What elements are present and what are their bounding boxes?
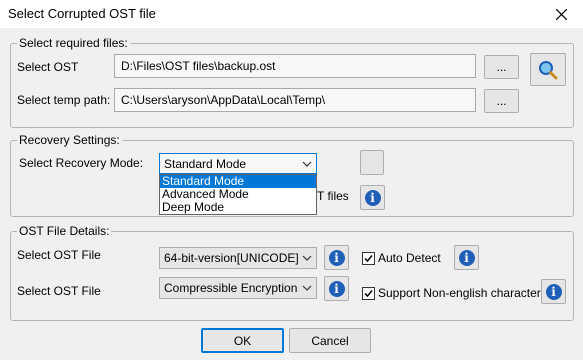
recovery-mode-dropdown: Standard Mode Advanced Mode Deep Mode bbox=[159, 174, 317, 215]
dialog-window: Select Corrupted OST file Select require… bbox=[0, 0, 583, 360]
info-icon: i bbox=[545, 283, 562, 300]
ost-version-value: 64-bit-version[UNICODE] bbox=[164, 251, 299, 265]
checkbox-box bbox=[362, 251, 375, 265]
recovery-mode-select[interactable]: Standard Mode bbox=[159, 153, 317, 174]
ost-encryption-info-button[interactable]: i bbox=[324, 276, 349, 301]
checkbox-box bbox=[362, 286, 375, 300]
select-ost-label: Select OST bbox=[17, 60, 79, 74]
cancel-button[interactable]: Cancel bbox=[289, 328, 371, 353]
settings-blank-button[interactable] bbox=[360, 150, 384, 175]
chevron-down-icon bbox=[302, 252, 312, 266]
non-english-checkbox[interactable]: Support Non-english characters bbox=[362, 286, 547, 300]
chevron-down-icon bbox=[302, 282, 312, 296]
ost-version-select[interactable]: 64-bit-version[UNICODE] bbox=[159, 247, 317, 269]
ost-encryption-value: Compressible Encryption bbox=[164, 281, 298, 295]
temp-path-field[interactable]: C:\Users\aryson\AppData\Local\Temp\ bbox=[114, 88, 476, 112]
info-icon: i bbox=[328, 280, 345, 297]
ost-version-info-button[interactable]: i bbox=[324, 245, 349, 270]
info-icon: i bbox=[458, 249, 475, 266]
non-english-label: Support Non-english characters bbox=[378, 286, 547, 300]
partial-option-label: T files bbox=[317, 189, 349, 203]
search-button[interactable] bbox=[530, 53, 566, 86]
info-icon: i bbox=[364, 189, 381, 206]
ok-button[interactable]: OK bbox=[201, 328, 284, 353]
recovery-info-button[interactable]: i bbox=[360, 185, 385, 210]
close-button[interactable] bbox=[539, 0, 583, 28]
ost-path-field[interactable]: D:\Files\OST files\backup.ost bbox=[114, 54, 476, 78]
ost-details-group-label: OST File Details: bbox=[17, 224, 112, 238]
recovery-settings-group-label: Recovery Settings: bbox=[17, 133, 122, 147]
browse-ost-button[interactable]: ... bbox=[484, 55, 519, 79]
search-icon bbox=[539, 60, 558, 79]
recovery-mode-label: Select Recovery Mode: bbox=[19, 156, 144, 170]
auto-detect-checkbox[interactable]: Auto Detect bbox=[362, 251, 441, 265]
title-bar: Select Corrupted OST file bbox=[0, 0, 583, 28]
info-icon: i bbox=[328, 249, 345, 266]
temp-path-label: Select temp path: bbox=[17, 93, 111, 107]
ost-details-group: OST File Details: bbox=[10, 224, 574, 321]
ost-encryption-label: Select OST File bbox=[17, 284, 101, 298]
auto-detect-info-button[interactable]: i bbox=[454, 245, 479, 270]
chevron-down-icon bbox=[302, 158, 312, 172]
non-english-info-button[interactable]: i bbox=[541, 279, 566, 304]
window-title: Select Corrupted OST file bbox=[8, 6, 156, 21]
ost-encryption-select[interactable]: Compressible Encryption bbox=[159, 277, 317, 299]
browse-temp-button[interactable]: ... bbox=[484, 89, 519, 113]
recovery-mode-value: Standard Mode bbox=[164, 157, 247, 171]
required-files-group-label: Select required files: bbox=[17, 36, 130, 50]
dropdown-option[interactable]: Deep Mode bbox=[160, 201, 316, 214]
ost-version-label: Select OST File bbox=[17, 248, 101, 262]
close-icon bbox=[555, 8, 567, 20]
auto-detect-label: Auto Detect bbox=[378, 251, 441, 265]
